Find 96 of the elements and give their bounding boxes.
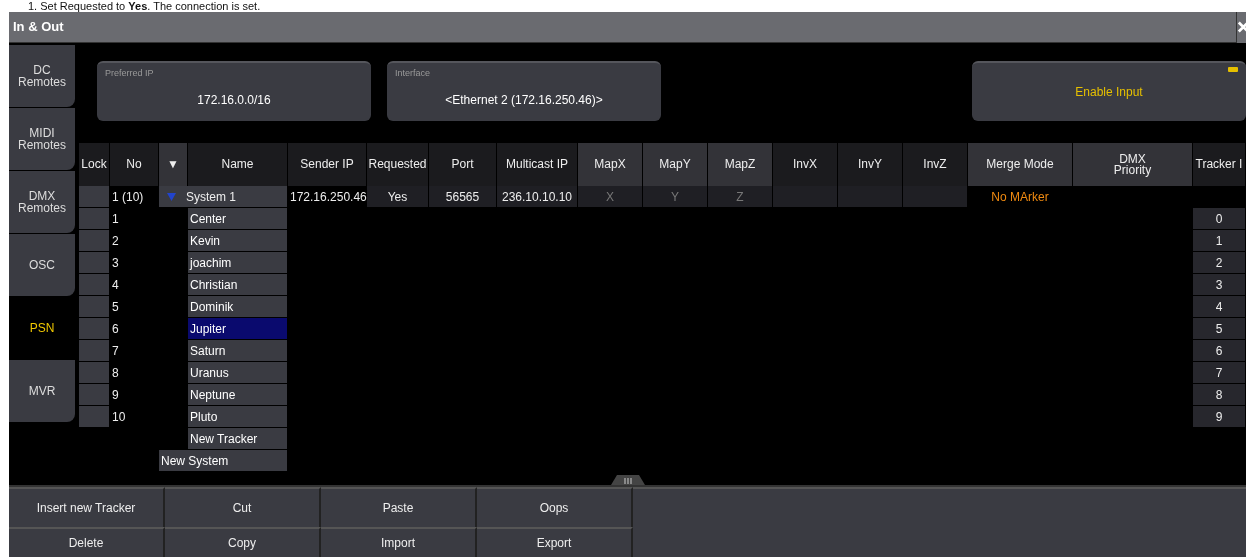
lock-cell — [79, 340, 110, 362]
expand-toggle-icon[interactable] — [167, 192, 176, 201]
column-header[interactable]: MapZ — [708, 143, 773, 186]
table-cell: 8 — [1193, 384, 1246, 406]
column-header[interactable]: MapX — [578, 143, 643, 186]
tracker-name-cell[interactable]: Uranus — [188, 362, 288, 384]
window-title: In & Out — [12, 18, 64, 37]
sidebar-tab[interactable]: DC Remotes — [9, 45, 75, 107]
new-tracker-cell[interactable]: New Tracker — [188, 428, 288, 450]
column-header[interactable]: Multicast IP — [497, 143, 578, 186]
lock-cell — [79, 406, 110, 428]
table-cell: 2 — [110, 230, 159, 252]
tracker-name-cell[interactable]: Dominik — [188, 296, 288, 318]
table-cell: No MArker — [968, 186, 1073, 208]
action-button[interactable]: Insert new Tracker — [9, 487, 165, 527]
lock-cell — [79, 362, 110, 384]
resize-handle[interactable] — [610, 475, 645, 485]
field-value: <Ethernet 2 (172.16.250.46)> — [444, 91, 604, 109]
table-cell: 9 — [1193, 406, 1246, 428]
action-button[interactable]: Delete — [9, 527, 165, 557]
sidebar-tab[interactable]: DMX Remotes — [9, 171, 75, 233]
instruction-text: 1. Set Requested to Yes. The connection is set. — [27, 0, 262, 12]
table-cell: 8 — [110, 362, 159, 384]
close-icon — [1237, 21, 1246, 33]
column-header[interactable]: MapY — [643, 143, 708, 186]
column-header[interactable]: InvZ — [903, 143, 968, 186]
lock-cell — [79, 384, 110, 406]
input-field[interactable]: Interface <Ethernet 2 (172.16.250.46)> — [387, 61, 661, 121]
action-button[interactable]: Oops — [477, 487, 633, 527]
action-button[interactable]: Cut — [165, 487, 321, 527]
indicator-icon — [1228, 67, 1238, 72]
action-button[interactable]: Export — [477, 527, 633, 557]
lock-cell — [79, 274, 110, 296]
table-cell: 4 — [110, 274, 159, 296]
column-header[interactable]: ▼ — [159, 143, 188, 186]
field-value: 172.16.0.0/16 — [196, 91, 272, 109]
table-cell: Z — [708, 186, 773, 208]
column-header[interactable]: InvX — [773, 143, 838, 186]
column-header[interactable]: DMX Priority — [1073, 143, 1193, 186]
tracker-name-cell[interactable]: Christian — [188, 274, 288, 296]
column-header[interactable]: Name — [188, 143, 288, 186]
column-header[interactable]: Requested — [367, 143, 429, 186]
column-header[interactable]: Tracker I — [1193, 143, 1246, 186]
tracker-name-cell[interactable]: Center — [188, 208, 288, 230]
system-name-cell[interactable]: System 1 — [159, 186, 288, 208]
lock-cell — [79, 230, 110, 252]
table-cell: 3 — [1193, 274, 1246, 296]
field-label: Preferred IP — [105, 67, 155, 80]
lock-cell — [79, 208, 110, 230]
sidebar-tab[interactable]: MIDI Remotes — [9, 108, 75, 170]
column-header[interactable]: Port — [429, 143, 497, 186]
enable-input-button[interactable]: Enable Input — [972, 61, 1246, 121]
table-cell: 1 — [1193, 230, 1246, 252]
table-cell: 7 — [110, 340, 159, 362]
sidebar-tab[interactable]: MVR — [9, 360, 75, 422]
tracker-name-cell[interactable]: joachim — [188, 252, 288, 274]
table-cell: 56565 — [429, 186, 497, 208]
table-cell: 1 — [110, 208, 159, 230]
table-cell: Yes — [367, 186, 429, 208]
table-cell: 10 — [110, 406, 159, 428]
table-cell: 3 — [110, 252, 159, 274]
column-header[interactable]: InvY — [838, 143, 903, 186]
column-header[interactable]: Sender IP — [288, 143, 367, 186]
table-cell: 4 — [1193, 296, 1246, 318]
lock-cell — [79, 296, 110, 318]
sidebar-tab[interactable]: OSC — [9, 234, 75, 296]
table-cell: 5 — [110, 296, 159, 318]
lock-cell — [79, 318, 110, 340]
tracker-name-cell[interactable]: Saturn — [188, 340, 288, 362]
new-system-cell[interactable]: New System — [159, 450, 288, 472]
action-button[interactable]: Import — [321, 527, 477, 557]
table-cell: 9 — [110, 384, 159, 406]
column-header[interactable]: Merge Mode — [968, 143, 1073, 186]
lock-cell — [79, 186, 110, 208]
action-button[interactable]: Copy — [165, 527, 321, 557]
tracker-name-cell[interactable]: Pluto — [188, 406, 288, 428]
column-header[interactable]: No — [110, 143, 159, 186]
tracker-name-cell[interactable]: Kevin — [188, 230, 288, 252]
table-cell: 0 — [1193, 208, 1246, 230]
table-cell: 2 — [1193, 252, 1246, 274]
lock-cell — [79, 252, 110, 274]
table-cell: Y — [643, 186, 708, 208]
table-cell: 6 — [110, 318, 159, 340]
table-cell: 5 — [1193, 318, 1246, 340]
system-name: System 1 — [186, 188, 236, 206]
input-field[interactable]: Preferred IP 172.16.0.0/16 — [97, 61, 371, 121]
tracker-name-cell[interactable]: Neptune — [188, 384, 288, 406]
column-header[interactable]: Lock — [79, 143, 110, 186]
field-label: Interface — [395, 67, 432, 80]
table-cell: X — [578, 186, 643, 208]
action-button[interactable]: Paste — [321, 487, 477, 527]
tracker-name-cell[interactable]: Jupiter — [188, 318, 288, 340]
table-cell: 7 — [1193, 362, 1246, 384]
table-cell: 236.10.10.10 — [497, 186, 578, 208]
table-cell: 6 — [1193, 340, 1246, 362]
close-button[interactable] — [1236, 11, 1246, 43]
